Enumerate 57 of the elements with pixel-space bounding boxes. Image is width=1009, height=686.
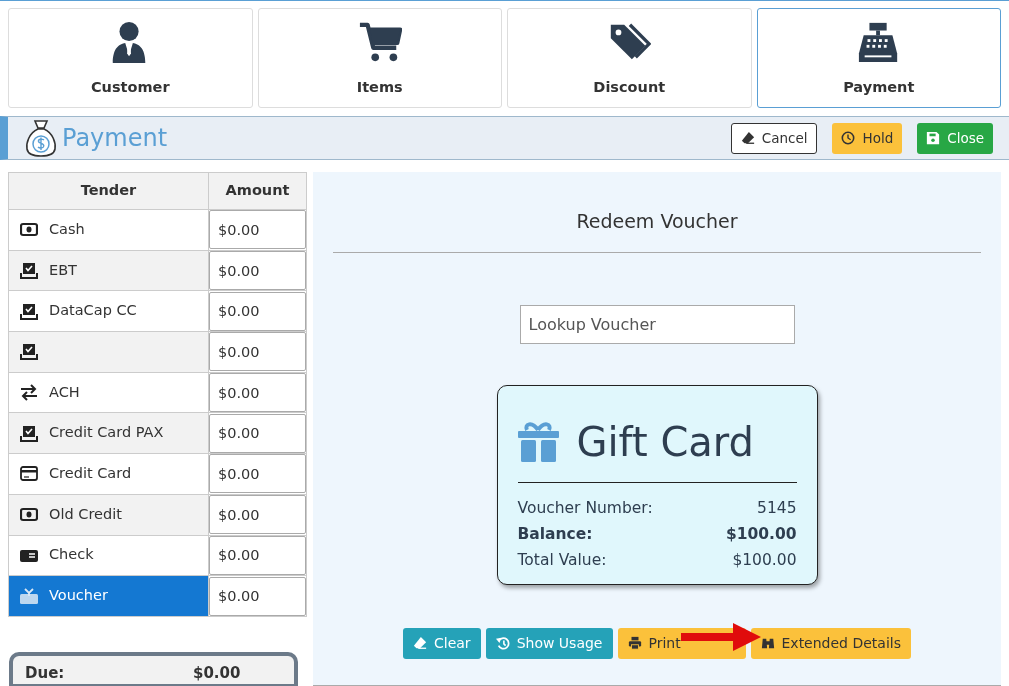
detail-value: 5145	[757, 497, 797, 519]
tender-option[interactable]: Check	[8, 535, 209, 576]
amount-field[interactable]: $0.00	[209, 332, 306, 372]
action-button[interactable]: Extended Details	[750, 627, 911, 659]
save-icon	[926, 131, 941, 145]
tender-option[interactable]: Voucher	[8, 575, 209, 617]
amount-field[interactable]: $0.00	[209, 454, 306, 494]
history-icon	[495, 636, 510, 650]
binoculars-icon	[760, 636, 775, 650]
due-value: $0.00	[193, 662, 241, 684]
nav-tab[interactable]: Items	[257, 8, 502, 108]
eraser-icon	[413, 636, 427, 650]
tender-option[interactable]: DataCap CC	[8, 290, 209, 332]
tender-option[interactable]: ACH	[8, 372, 209, 413]
header-button[interactable]: Cancel	[730, 122, 818, 154]
credit-card-icon	[20, 465, 38, 483]
cash-icon	[20, 506, 38, 524]
terminal-icon	[20, 302, 38, 320]
detail-value: $100.00	[732, 550, 797, 571]
amount-field[interactable]: $0.00	[209, 495, 306, 535]
amount-field[interactable]: $0.00	[209, 576, 306, 616]
tender-option[interactable]: Credit Card	[8, 453, 209, 495]
detail-label: Balance:	[517, 523, 593, 545]
terminal-icon	[20, 424, 38, 442]
tender-option[interactable]	[8, 331, 209, 373]
page-title: Payment	[62, 123, 168, 154]
column-header: Tender	[8, 172, 209, 210]
detail-label: Total Value:	[517, 550, 607, 571]
amount-field[interactable]: $0.00	[209, 413, 306, 453]
cash-icon	[20, 221, 38, 239]
terminal-icon	[20, 262, 38, 280]
nav-tab[interactable]: Payment	[756, 8, 1001, 108]
column-header: Amount	[208, 172, 307, 210]
tender-option[interactable]: Old Credit	[8, 494, 209, 535]
card-title: Gift Card	[576, 417, 754, 467]
lookup-voucher-field[interactable]: Lookup Voucher	[519, 304, 795, 344]
clock-icon	[841, 131, 856, 145]
printer-icon	[627, 636, 642, 650]
nav-tab[interactable]: Discount	[507, 8, 752, 108]
tender-option[interactable]: Cash	[8, 209, 209, 251]
nav-tab[interactable]: Customer	[8, 8, 253, 108]
terminal-icon	[20, 343, 38, 361]
tender-option[interactable]: Credit Card PAX	[8, 412, 209, 454]
due-label: Due:	[25, 662, 66, 684]
panel-title: Redeem Voucher	[576, 209, 738, 234]
money-bag-icon	[24, 119, 58, 157]
header-button[interactable]: Hold	[832, 122, 903, 154]
tender-option[interactable]: EBT	[8, 250, 209, 291]
exchange-icon	[20, 384, 38, 402]
detail-value: $100.00	[725, 523, 797, 545]
amount-field[interactable]: $0.00	[209, 251, 306, 291]
amount-field[interactable]: $0.00	[209, 210, 306, 250]
amount-field[interactable]: $0.00	[209, 291, 306, 331]
detail-label: Voucher Number:	[517, 497, 653, 519]
amount-field[interactable]: $0.00	[209, 373, 306, 413]
eraser-icon	[740, 131, 755, 145]
amount-field[interactable]: $0.00	[209, 535, 306, 575]
